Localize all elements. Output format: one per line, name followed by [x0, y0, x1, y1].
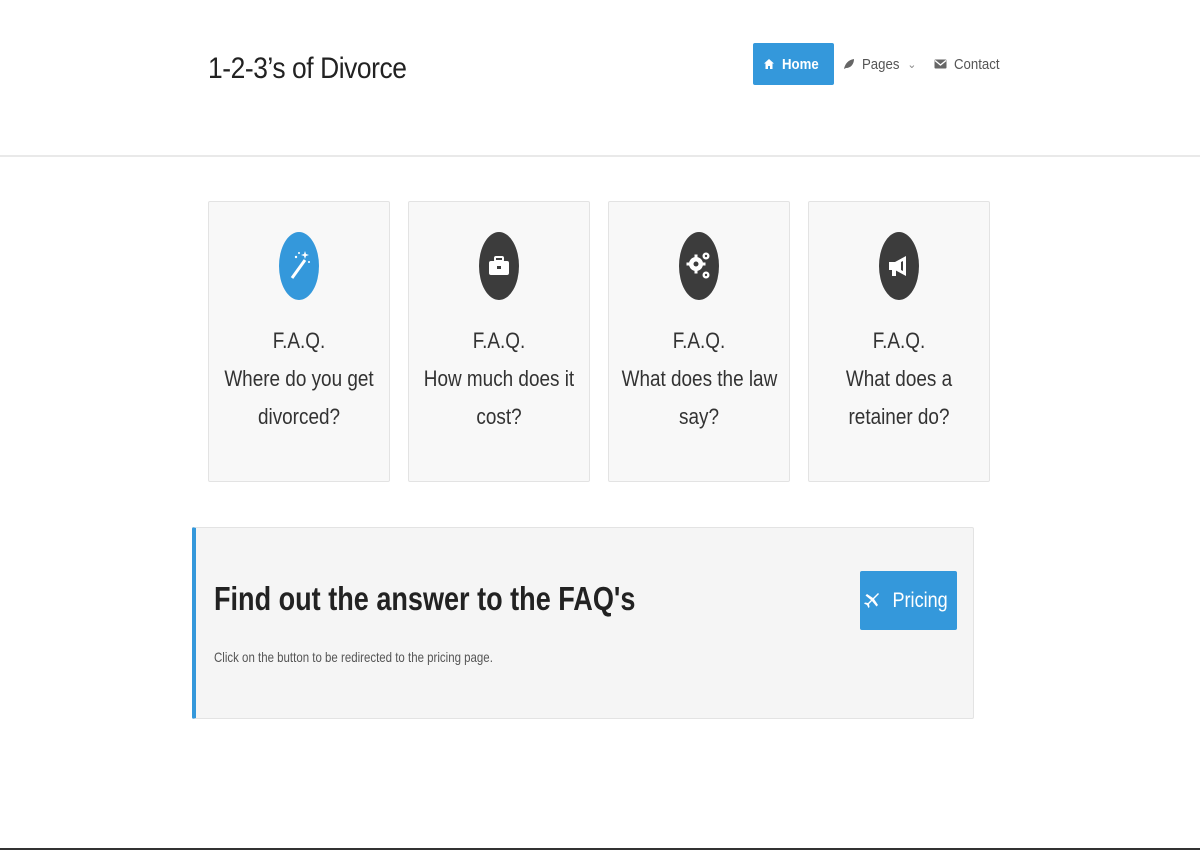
briefcase-icon [489, 256, 509, 275]
nav-pages-label: Pages [861, 55, 900, 73]
nav-contact[interactable]: Contact [925, 43, 1015, 85]
megaphone-icon [889, 256, 906, 276]
faq-card-label: F.A.Q. [672, 328, 726, 353]
faq-card-question: Where do you get [224, 366, 374, 391]
faq-card-question: How much does it [423, 366, 575, 391]
site-logo-text[interactable]: 1-2-3’s of Divorce [208, 52, 407, 86]
magic-wand-icon [290, 251, 310, 279]
site-header: 1-2-3’s of Divorce Home Pages ⌄ Contact [0, 0, 1200, 157]
leaf-icon [843, 59, 854, 69]
plane-icon [864, 592, 880, 608]
faq-card-retainer[interactable]: F.A.Q. What does a retainer do? [808, 201, 990, 482]
nav-contact-label: Contact [954, 55, 1000, 73]
faq-icon-circle [479, 232, 519, 300]
cta-title: Find out the answer to the FAQ's [214, 580, 636, 617]
faq-card-where[interactable]: F.A.Q. Where do you get divorced? [208, 201, 390, 482]
pricing-button[interactable]: Pricing [860, 571, 957, 630]
cta-description: Click on the button to be redirected to … [214, 649, 493, 665]
chevron-down-icon: ⌄ [907, 58, 917, 71]
faq-card-question-cont: retainer do? [848, 404, 950, 429]
envelope-icon [934, 59, 947, 69]
faq-cards: F.A.Q. Where do you get divorced? F.A.Q.… [208, 201, 990, 482]
faq-card-question-cont: say? [679, 404, 719, 429]
nav-home-label: Home [782, 55, 819, 73]
faq-card-question-cont: cost? [476, 404, 522, 429]
faq-card-cost[interactable]: F.A.Q. How much does it cost? [408, 201, 590, 482]
faq-card-question-cont: divorced? [257, 404, 341, 429]
faq-icon-circle [279, 232, 319, 300]
pricing-button-label: Pricing [892, 588, 949, 612]
nav-home[interactable]: Home [753, 43, 834, 85]
faq-card-question: What does a [845, 366, 953, 391]
nav-pages[interactable]: Pages ⌄ [834, 43, 926, 85]
faq-card-label: F.A.Q. [272, 328, 326, 353]
faq-card-law[interactable]: F.A.Q. What does the law say? [608, 201, 790, 482]
gears-icon [686, 252, 710, 279]
faq-icon-circle [879, 232, 919, 300]
home-icon [764, 59, 774, 69]
faq-icon-circle [679, 232, 719, 300]
faq-card-label: F.A.Q. [872, 328, 926, 353]
faq-card-label: F.A.Q. [472, 328, 526, 353]
faq-card-question: What does the law [621, 366, 778, 391]
call-to-action-box: Find out the answer to the FAQ's Click o… [192, 527, 974, 719]
main-nav: Home Pages ⌄ Contact [753, 43, 1015, 85]
